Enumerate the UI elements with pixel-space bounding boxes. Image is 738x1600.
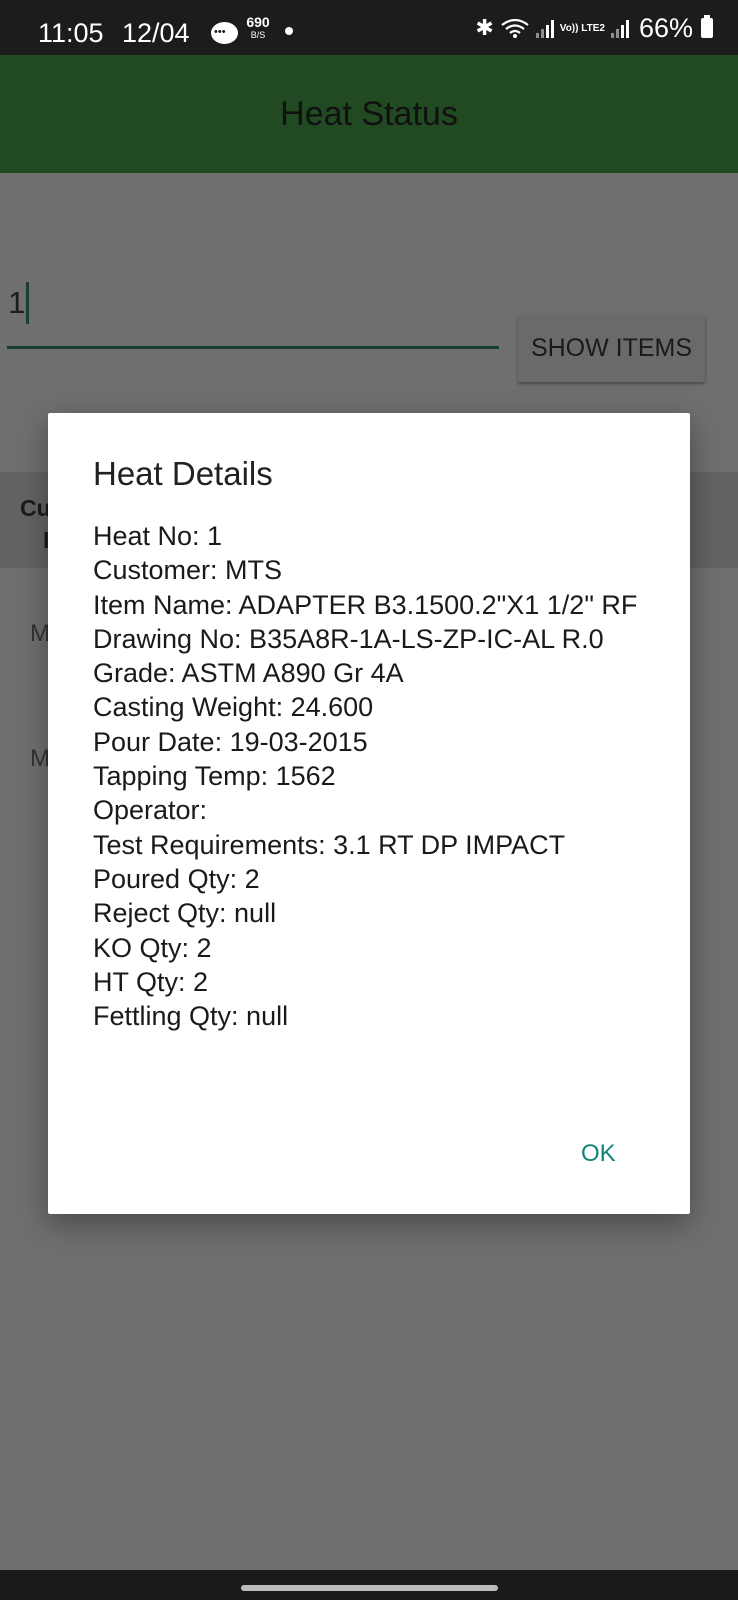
dialog-title: Heat Details (93, 455, 273, 492)
text-cursor (26, 282, 29, 324)
network-speed-value: 690 (246, 14, 270, 30)
page-title: Heat Status (280, 94, 458, 133)
heat-number-input[interactable]: 1 (8, 285, 25, 321)
home-gesture-handle[interactable] (241, 1585, 498, 1591)
battery-icon (701, 15, 713, 38)
heat-details-dialog: Heat Details Heat No: 1 Customer: MTS It… (48, 413, 690, 1214)
signal-icon-2 (610, 18, 629, 38)
status-time: 11:05 (38, 18, 104, 48)
battery-percentage: 66% (638, 12, 693, 43)
table-row: M (30, 745, 50, 772)
detail-operator: Operator: (93, 795, 208, 826)
wifi-icon (501, 18, 529, 38)
app-bar: Heat Status (0, 55, 738, 173)
status-icons: ✱ Vo)) LTE2 66% (475, 12, 713, 43)
table-header-cell: Cu (20, 495, 51, 521)
message-icon (211, 22, 238, 44)
detail-pour-date: Pour Date: 19-03-2015 (93, 726, 368, 757)
show-items-button[interactable]: SHOW ITEMS (518, 314, 705, 382)
network-speed: 690 B/S (244, 14, 272, 42)
status-bar: 11:05 12/04 690 B/S ✱ Vo)) LTE2 66% (0, 0, 738, 55)
detail-poured-qty: Poured Qty: 2 (93, 863, 260, 894)
table-row: M (30, 620, 50, 647)
status-date: 12/04 (122, 18, 190, 48)
bluetooth-icon: ✱ (475, 15, 494, 40)
detail-drawing-no: Drawing No: B35A8R-1A-LS-ZP-IC-AL R.0 (93, 623, 604, 654)
detail-grade: Grade: ASTM A890 Gr 4A (93, 658, 404, 689)
detail-customer: Customer: MTS (93, 555, 283, 586)
detail-ht-qty: HT Qty: 2 (93, 966, 209, 997)
heat-details-list: Heat No: 1 Customer: MTS Item Name: ADAP… (93, 519, 663, 1033)
detail-fettling-qty: Fettling Qty: null (93, 1001, 289, 1032)
network-speed-unit: B/S (250, 30, 266, 40)
notification-dot-icon (285, 27, 293, 35)
detail-heat-no: Heat No: 1 (93, 521, 223, 551)
detail-test-requirements: Test Requirements: 3.1 RT DP IMPACT (93, 829, 566, 860)
detail-tapping-temp: Tapping Temp: 1562 (93, 761, 336, 792)
volte-label: Vo)) LTE2 (559, 22, 605, 34)
detail-casting-weight: Casting Weight: 24.600 (93, 692, 374, 723)
ok-button[interactable]: OK (581, 1140, 616, 1168)
signal-icon-1 (535, 18, 554, 38)
detail-reject-qty: Reject Qty: null (93, 898, 277, 929)
detail-ko-qty: KO Qty: 2 (93, 932, 212, 963)
input-underline (7, 346, 499, 349)
detail-item-name: Item Name: ADAPTER B3.1500.2"X1 1/2" RF (93, 589, 638, 620)
